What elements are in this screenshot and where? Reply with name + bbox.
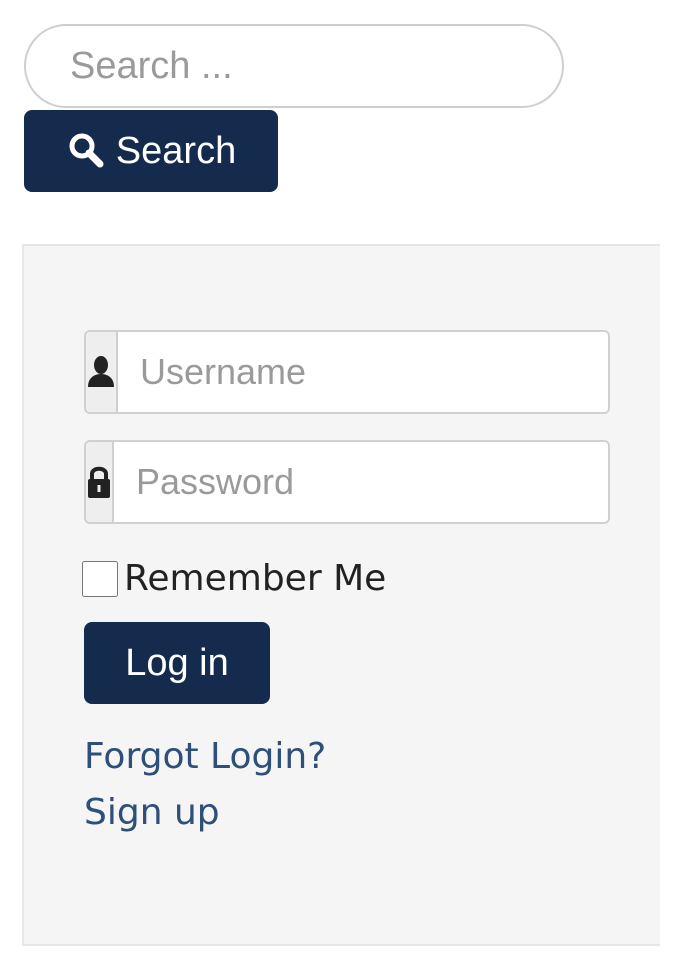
search-button-label: Search: [115, 129, 237, 172]
search-icon: [66, 131, 106, 171]
remember-me-label: Remember Me: [124, 558, 387, 599]
lock-icon: [86, 442, 114, 522]
remember-me-checkbox[interactable]: [82, 560, 118, 597]
username-field[interactable]: [118, 332, 608, 412]
password-group: [84, 440, 610, 524]
remember-me[interactable]: Remember Me: [82, 558, 386, 599]
search-input[interactable]: [24, 24, 564, 108]
login-panel: Remember Me Log in Forgot Login? Sign up: [22, 244, 660, 946]
user-icon: [86, 332, 118, 412]
sign-up-link[interactable]: Sign up: [84, 792, 220, 833]
search-button[interactable]: Search: [24, 110, 278, 192]
username-group: [84, 330, 610, 414]
login-button[interactable]: Log in: [84, 622, 270, 704]
forgot-login-link[interactable]: Forgot Login?: [84, 736, 326, 777]
password-field[interactable]: [114, 442, 608, 522]
